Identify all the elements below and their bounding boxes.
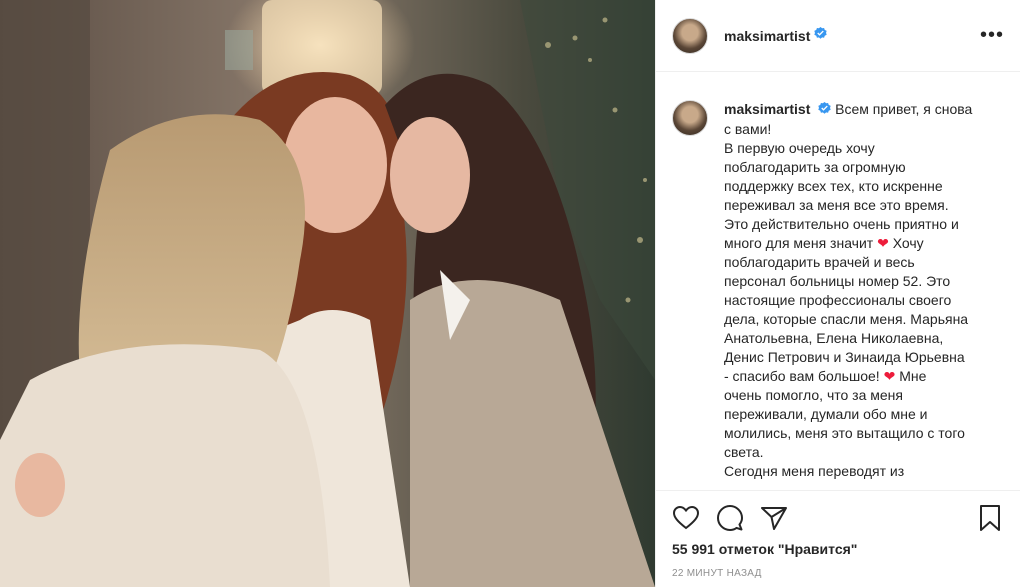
- caption-line: Сегодня меня переводят из: [724, 462, 905, 479]
- heart-icon[interactable]: [672, 504, 700, 532]
- caption-line: Всем привет, я снова: [835, 101, 973, 117]
- caption-line: Анатольевна, Елена Николаевна,: [724, 329, 944, 346]
- caption-line: с вами!: [724, 120, 772, 137]
- caption-avatar[interactable]: [672, 100, 708, 136]
- caption-line: молились, меня это вытащило с того: [724, 424, 965, 441]
- post-photo-illustration: [0, 0, 655, 587]
- post-photo[interactable]: [0, 0, 655, 587]
- username-link[interactable]: maksimartist: [724, 28, 810, 44]
- caption-line: поблагодарить за огромную: [724, 158, 906, 175]
- post-timestamp[interactable]: 22 МИНУТ НАЗАД: [672, 568, 762, 579]
- caption-line: очень помогло, что за меня: [724, 386, 903, 403]
- post-sidebar: maksimartist ••• maksimartist Всем приве…: [655, 0, 1020, 587]
- caption-line: поблагодарить врачей и весь: [724, 253, 915, 270]
- post-header: maksimartist •••: [656, 0, 1020, 72]
- caption-line: дела, которые спасли меня. Марьяна: [724, 310, 969, 327]
- caption-username[interactable]: maksimartist: [724, 101, 810, 117]
- caption-line: поддержку всех тех, кто искренне: [724, 177, 943, 194]
- caption-verified-icon: [818, 101, 831, 120]
- likes-count[interactable]: 55 991 отметок "Нравится": [672, 541, 857, 557]
- red-heart-emoji-icon: ❤: [883, 367, 896, 384]
- share-icon[interactable]: [760, 504, 788, 532]
- bookmark-icon[interactable]: [976, 504, 1004, 532]
- caption-area: maksimartist Всем привет, я снова с вами…: [656, 72, 1020, 490]
- caption-line: света.: [724, 443, 764, 460]
- caption-line: - спасибо вам большое!: [724, 367, 880, 384]
- caption-line: персонал больницы номер 52. Это: [724, 272, 951, 289]
- caption-line: переживал за меня все это время.: [724, 196, 949, 213]
- comment-icon[interactable]: [716, 504, 744, 532]
- caption-line: Хочу: [892, 234, 924, 251]
- caption-line: Мне: [899, 367, 927, 384]
- post-actions: [656, 490, 1020, 544]
- caption-text: maksimartist Всем привет, я снова с вами…: [724, 100, 994, 490]
- caption-line: В первую очередь хочу: [724, 139, 875, 156]
- caption-line: Это действительно очень приятно и: [724, 215, 959, 232]
- instagram-post: maksimartist ••• maksimartist Всем приве…: [0, 0, 1020, 587]
- avatar[interactable]: [672, 17, 708, 54]
- red-heart-emoji-icon: ❤: [877, 234, 889, 251]
- verified-badge-icon: [814, 26, 828, 45]
- caption-line: переживали, думали обо мне и: [724, 405, 928, 422]
- caption-line: много для меня значит: [724, 234, 874, 251]
- more-horizontal-icon[interactable]: •••: [980, 24, 1004, 47]
- caption-line: Денис Петрович и Зинаида Юрьевна: [724, 348, 965, 365]
- caption-line: настоящие профессионалы своего: [724, 291, 952, 308]
